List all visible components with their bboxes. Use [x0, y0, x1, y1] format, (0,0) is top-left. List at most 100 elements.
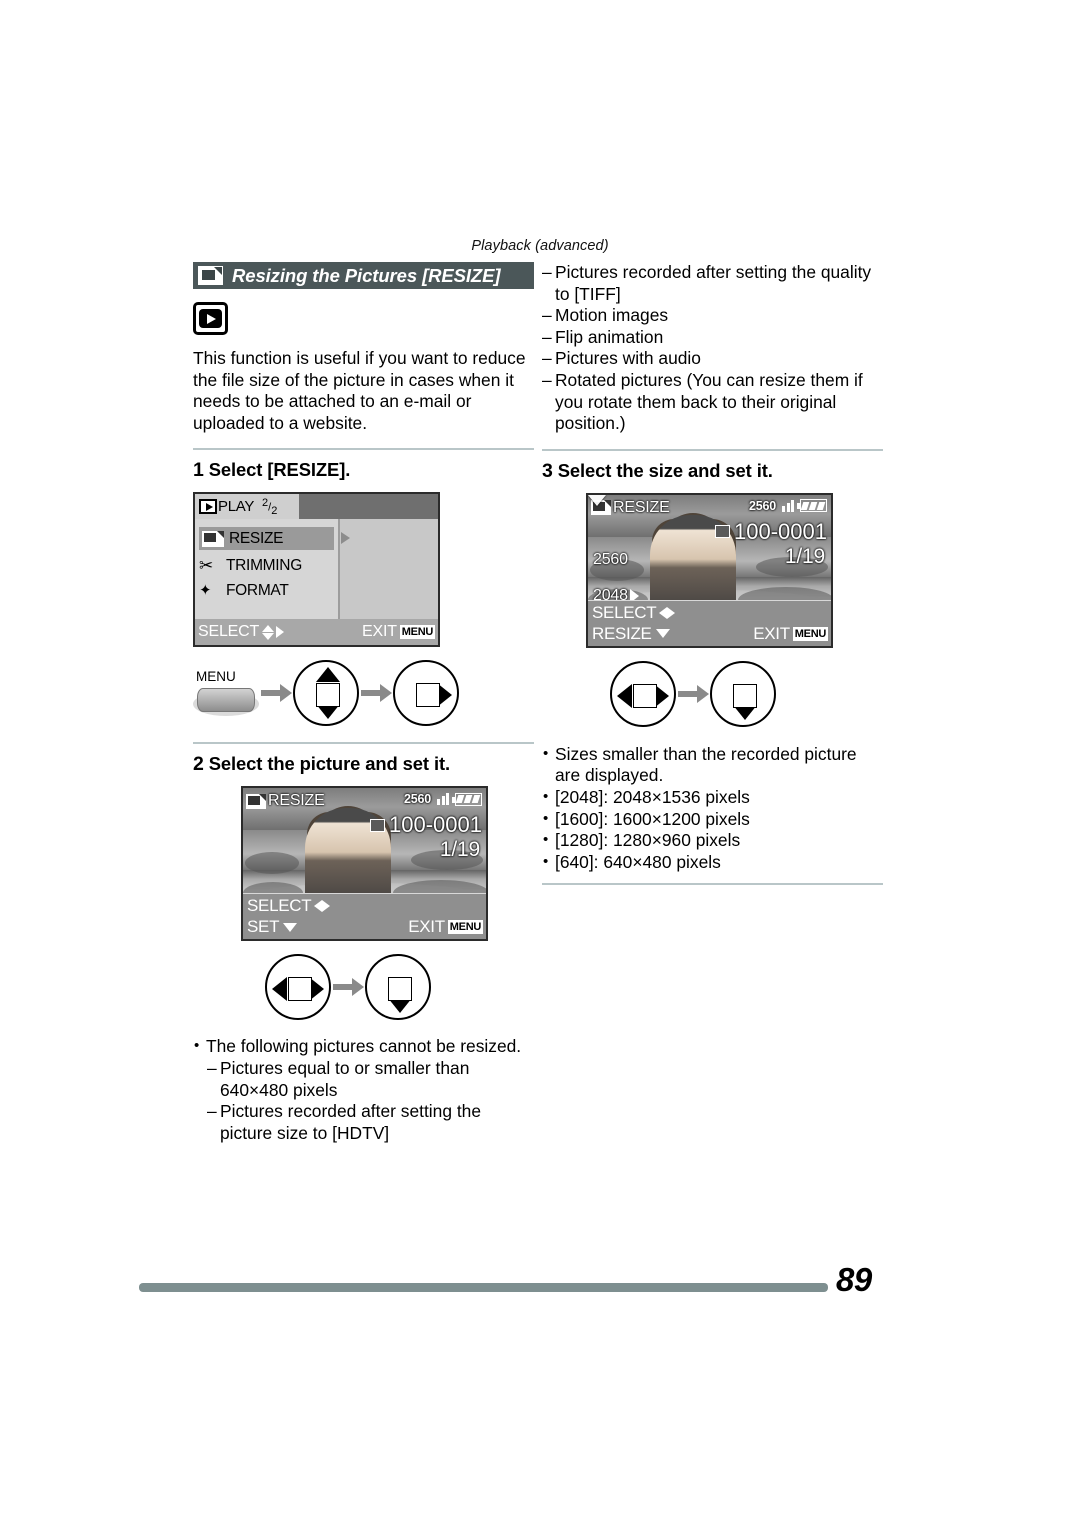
menu-button-badge: MENU	[447, 920, 483, 935]
menu-item-format[interactable]: ✦ FORMAT	[199, 579, 289, 602]
note-dash: Rotated pictures (You can resize them if…	[542, 370, 883, 435]
note-bullet: [1280]: 1280×960 pixels	[542, 829, 883, 852]
cursor-pad-down[interactable]	[365, 954, 431, 1021]
file-number-step2: 100-0001	[370, 812, 482, 838]
menu-item-resize[interactable]: RESIZE	[199, 527, 334, 551]
step-3-heading: 3 Select the size and set it.	[542, 460, 883, 483]
flow-arrow-icon	[361, 684, 392, 703]
menu-select-hint: SELECT	[198, 623, 285, 641]
step-2-heading: 2 Select the picture and set it.	[193, 753, 534, 776]
section-title-bar: Resizing the Pictures [RESIZE]	[193, 262, 534, 289]
note-bullet: [1600]: 1600×1200 pixels	[542, 808, 883, 831]
resize-icon	[246, 793, 266, 809]
flow-arrow-icon	[333, 978, 364, 997]
manual-page: Playback (advanced) Resizing the Picture…	[0, 0, 1080, 1526]
menu-item-trimming-label: TRIMMING	[226, 556, 302, 574]
battery-full-icon	[797, 499, 827, 513]
menu-page-total: 2	[271, 504, 278, 517]
lcd-footer-step2: SELECT SET EXIT MENU	[243, 893, 486, 940]
step-1-heading: 1 Select [RESIZE].	[193, 459, 534, 482]
note-dash: Pictures recorded after setting the pict…	[207, 1101, 534, 1144]
note-dash: Pictures recorded after setting the qual…	[542, 262, 883, 305]
folder-icon	[370, 818, 386, 832]
note-dash: Pictures with audio	[542, 348, 883, 370]
menu-page-indicator: 2/2	[262, 496, 278, 517]
scissors-icon: ✂	[199, 555, 213, 575]
menu-item-resize-label: RESIZE	[229, 529, 284, 547]
note-bullet: [2048]: 2048×1536 pixels	[542, 786, 883, 809]
picture-size-value: 2560	[748, 498, 776, 513]
play-icon	[199, 499, 217, 515]
step-1-number: 1	[193, 459, 204, 482]
format-icon: ✦	[199, 581, 212, 599]
chevron-right-icon	[341, 532, 350, 545]
menu-exit-hint: EXIT MENU	[362, 623, 435, 641]
lcd-title-text: RESIZE	[613, 498, 670, 516]
menu-tab-label: PLAY	[218, 498, 255, 516]
running-head: Playback (advanced)	[471, 238, 609, 254]
frame-counter-step3: 1/19	[784, 544, 825, 568]
cursor-pad-up-down[interactable]	[293, 660, 359, 727]
step-1-controls: MENU	[193, 660, 534, 727]
menu-button-label: MENU	[196, 669, 236, 685]
step-2-number: 2	[193, 753, 204, 776]
cursor-pad-down[interactable]	[710, 660, 776, 727]
right-column: Pictures recorded after setting the qual…	[542, 262, 883, 894]
step-2-controls	[265, 954, 534, 1021]
lcd-status-step2: 2560	[404, 792, 482, 806]
lcd-preview-step3: RESIZE 2560 100-0001 1/19 2560 2048 SELE…	[586, 492, 833, 648]
page-number: 89	[836, 1261, 872, 1298]
cursor-pad-right[interactable]	[393, 660, 459, 727]
menu-tab-play: PLAY 2/2	[195, 494, 299, 520]
cursor-pad-left-right[interactable]	[265, 954, 331, 1021]
note-bullet: Sizes smaller than the recorded picture …	[542, 743, 883, 787]
size-current-label: 2560	[593, 550, 628, 568]
left-column: Resizing the Pictures [RESIZE] This func…	[193, 262, 534, 1144]
picture-size-value: 2560	[403, 792, 431, 807]
down-arrow-icon	[655, 629, 670, 639]
resize-icon	[198, 266, 223, 285]
right-arrow-icon	[276, 626, 285, 639]
section-title-bracket: [RESIZE]	[422, 264, 501, 286]
file-number-step3: 100-0001	[715, 519, 827, 545]
menu-button[interactable]: MENU	[193, 669, 259, 717]
battery-full-icon	[452, 792, 482, 806]
resize-hint-step3: RESIZE	[592, 624, 670, 644]
menu-button-badge: MENU	[792, 626, 828, 641]
footer-bar	[139, 1283, 828, 1292]
note-dash: Flip animation	[542, 327, 883, 349]
exit-hint-step3: EXIT MENU	[753, 623, 828, 643]
up-down-arrows-icon	[262, 624, 275, 640]
flow-arrow-icon	[678, 684, 709, 703]
menu-footer-bar: SELECT EXIT MENU	[195, 619, 438, 646]
resize-icon	[202, 530, 224, 547]
step-3-label: Select the size and set it.	[557, 459, 773, 481]
lcd-footer-step3: SELECT RESIZE EXIT MENU	[588, 599, 831, 646]
lcd-preview-step2: RESIZE 2560 100-0001 1/19 SELECT SET EXI…	[241, 786, 488, 942]
note-bullet: [640]: 640×480 pixels	[542, 851, 883, 874]
menu-screen: PLAY 2/2 RESIZE ✂ TRIMMING ✦ FORMAT SELE…	[193, 492, 440, 648]
cursor-pad-left-right[interactable]	[610, 660, 676, 727]
divider-rule	[542, 883, 883, 886]
down-caret-icon	[588, 494, 606, 506]
playback-mode-icon	[193, 302, 228, 335]
left-right-arrows-icon	[314, 900, 331, 913]
section-title: Resizing the Pictures [RESIZE]	[232, 264, 501, 286]
select-hint-step2: SELECT	[247, 896, 331, 916]
note-dash: Motion images	[542, 305, 883, 327]
right-bottom-notes: Sizes smaller than the recorded picture …	[542, 743, 883, 874]
divider-rule	[542, 448, 883, 451]
step-3-number: 3	[542, 459, 553, 482]
menu-item-format-label: FORMAT	[226, 581, 289, 599]
right-top-notes: Pictures recorded after setting the qual…	[542, 262, 883, 435]
folder-icon	[715, 525, 731, 539]
step-2-label: Select the picture and set it.	[208, 753, 451, 775]
play-glyph	[199, 309, 222, 328]
menu-tab-background	[299, 494, 438, 520]
note-bullet: The following pictures cannot be resized…	[193, 1035, 534, 1058]
down-arrow-icon	[283, 922, 298, 932]
note-dash: Pictures equal to or smaller than 640×48…	[207, 1058, 534, 1101]
left-notes: The following pictures cannot be resized…	[193, 1035, 534, 1144]
menu-item-trimming[interactable]: ✂ TRIMMING	[199, 554, 302, 577]
divider-rule	[193, 448, 534, 451]
